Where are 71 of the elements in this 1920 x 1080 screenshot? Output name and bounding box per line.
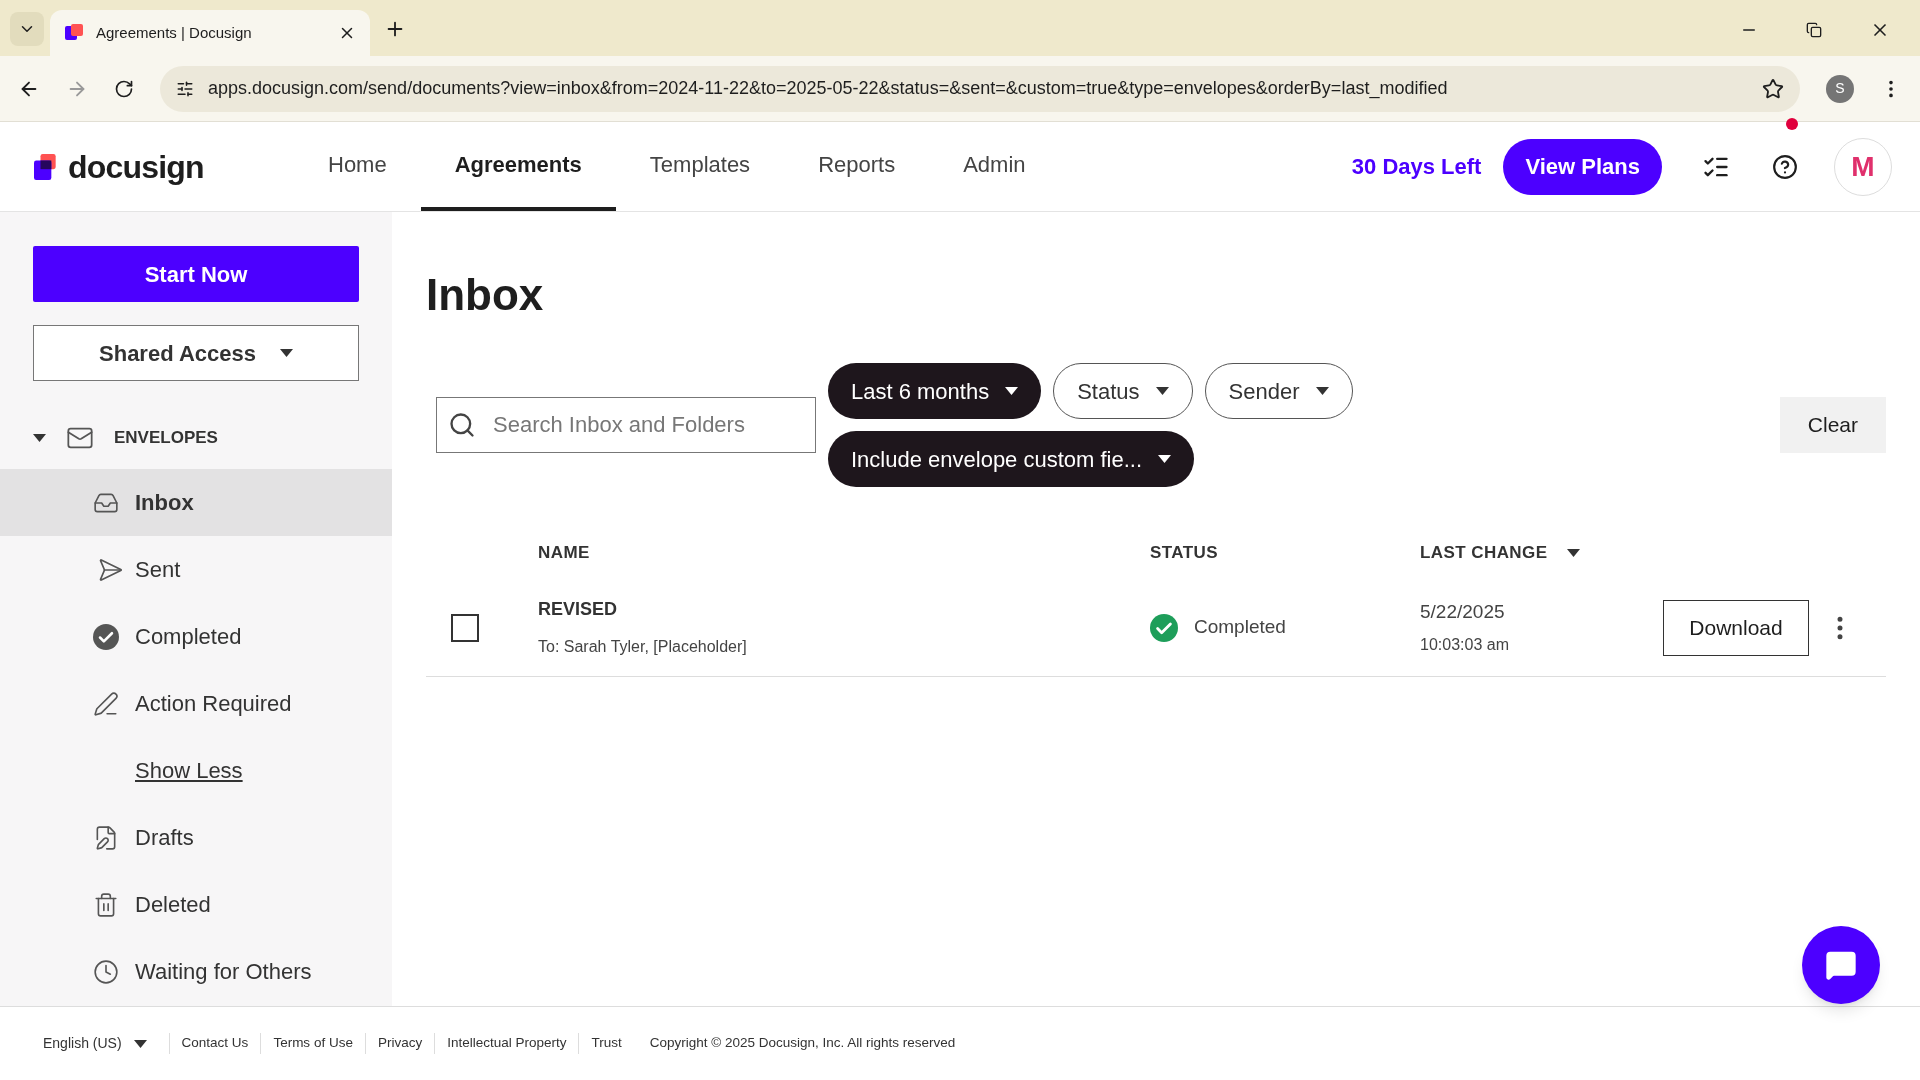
browser-tab[interactable]: Agreements | Docusign: [50, 10, 370, 56]
column-header[interactable]: LAST CHANGE: [1420, 540, 1581, 566]
footer-link[interactable]: Privacy: [364, 1033, 435, 1054]
filter-chip[interactable]: Sender: [1204, 363, 1353, 419]
sort-caret-icon: [1567, 549, 1581, 557]
filter-chip[interactable]: Include envelope custom fie...: [828, 431, 1195, 487]
show-less-link[interactable]: Show Less: [135, 754, 243, 787]
sidebar-item[interactable]: Deleted: [0, 871, 392, 938]
footer-link[interactable]: Contact Us: [168, 1033, 261, 1054]
nav-tab[interactable]: Home: [294, 122, 421, 211]
download-button[interactable]: Download: [1663, 599, 1809, 656]
footer-link[interactable]: Trust: [578, 1033, 634, 1054]
language-selector[interactable]: English (US): [43, 1033, 147, 1054]
section-label: ENVELOPES: [114, 427, 218, 450]
check-circle-icon: [1150, 613, 1178, 642]
nav-tab[interactable]: Reports: [784, 122, 930, 211]
sidebar-item[interactable]: Completed: [0, 603, 392, 670]
footer-link[interactable]: Terms of Use: [260, 1033, 365, 1054]
caret-icon: [1315, 387, 1329, 395]
bookmark-icon[interactable]: [1762, 77, 1784, 100]
sidebar-item[interactable]: Action Required: [0, 670, 392, 737]
page-title: Inbox: [426, 269, 545, 321]
search-icon: [448, 411, 476, 439]
search-field[interactable]: Search Inbox and Folders: [436, 397, 816, 453]
trial-text[interactable]: 30 Days Left: [1351, 150, 1482, 183]
sidebar-item[interactable]: Waiting for Others: [0, 938, 392, 1005]
column-header[interactable]: STATUS: [1150, 540, 1420, 566]
logo-text: docusign: [68, 147, 204, 187]
copyright-text: Copyright © 2025 Docusign, Inc. All rights reserved: [649, 1034, 956, 1053]
shared-access-dropdown[interactable]: Shared Access: [33, 325, 359, 381]
tab-title: Agreements | Docusign: [96, 22, 253, 43]
caret-icon: [133, 1039, 147, 1048]
help-icon[interactable]: [1772, 153, 1798, 180]
start-now-button[interactable]: Start Now: [33, 246, 359, 302]
profile-avatar[interactable]: S: [1826, 74, 1854, 103]
restore-icon[interactable]: [1806, 22, 1822, 38]
footer-link[interactable]: Intellectual Property: [434, 1033, 579, 1054]
pen-icon: [93, 690, 119, 717]
url-text: apps.docusign.com/send/documents?view=inbox&from=2024-11-22&to=2025-05-22&status=&sent=&custom=true&type=envelopes&orderBy=last_modified: [208, 77, 1449, 101]
check-circle-icon: [93, 623, 119, 650]
address-field[interactable]: apps.docusign.com/send/documents?view=inbox&from=2024-11-22&to=2025-05-22&status=&sent=&custom=true&type=envelopes&orderBy=last_modified: [160, 65, 1800, 112]
time-text: 10:03:03 am: [1420, 634, 1510, 655]
chat-icon: [1825, 949, 1857, 981]
recipients-text: To: Sarah Tyler, [Placeholder]: [538, 637, 748, 657]
site-logo-icon: [64, 23, 84, 43]
row-checkbox[interactable]: [451, 613, 479, 642]
caret-icon: [1005, 387, 1019, 395]
view-plans-button[interactable]: View Plans: [1503, 138, 1662, 195]
user-avatar[interactable]: M: [1834, 137, 1892, 196]
chat-button[interactable]: [1802, 926, 1880, 1004]
column-header[interactable]: NAME: [538, 540, 1150, 566]
nav-tab[interactable]: Admin: [929, 122, 1060, 211]
date-text: 5/22/2025: [1420, 600, 1506, 625]
filter-chip[interactable]: Status: [1053, 363, 1193, 419]
status-text: Completed: [1194, 615, 1286, 640]
caret-icon: [1155, 387, 1169, 395]
reload-icon[interactable]: [114, 78, 134, 99]
envelopes-section-toggle[interactable]: ENVELOPES: [33, 413, 392, 463]
envelope-name[interactable]: REVISED: [538, 596, 1150, 623]
filter-chip[interactable]: Last 6 months: [828, 363, 1042, 419]
clock-icon: [93, 958, 119, 985]
site-info-icon[interactable]: [176, 79, 194, 98]
caret-icon: [279, 349, 293, 357]
nav-tab[interactable]: Agreements: [420, 122, 616, 211]
caret-icon: [1158, 455, 1172, 463]
sidebar-item[interactable]: Drafts: [0, 804, 392, 871]
nav-tab[interactable]: Templates: [615, 122, 785, 211]
sidebar-item[interactable]: Sent: [0, 536, 392, 603]
sidebar-item[interactable]: Inbox: [0, 469, 392, 536]
clear-button[interactable]: Clear: [1779, 397, 1886, 453]
trash-icon: [93, 891, 119, 918]
